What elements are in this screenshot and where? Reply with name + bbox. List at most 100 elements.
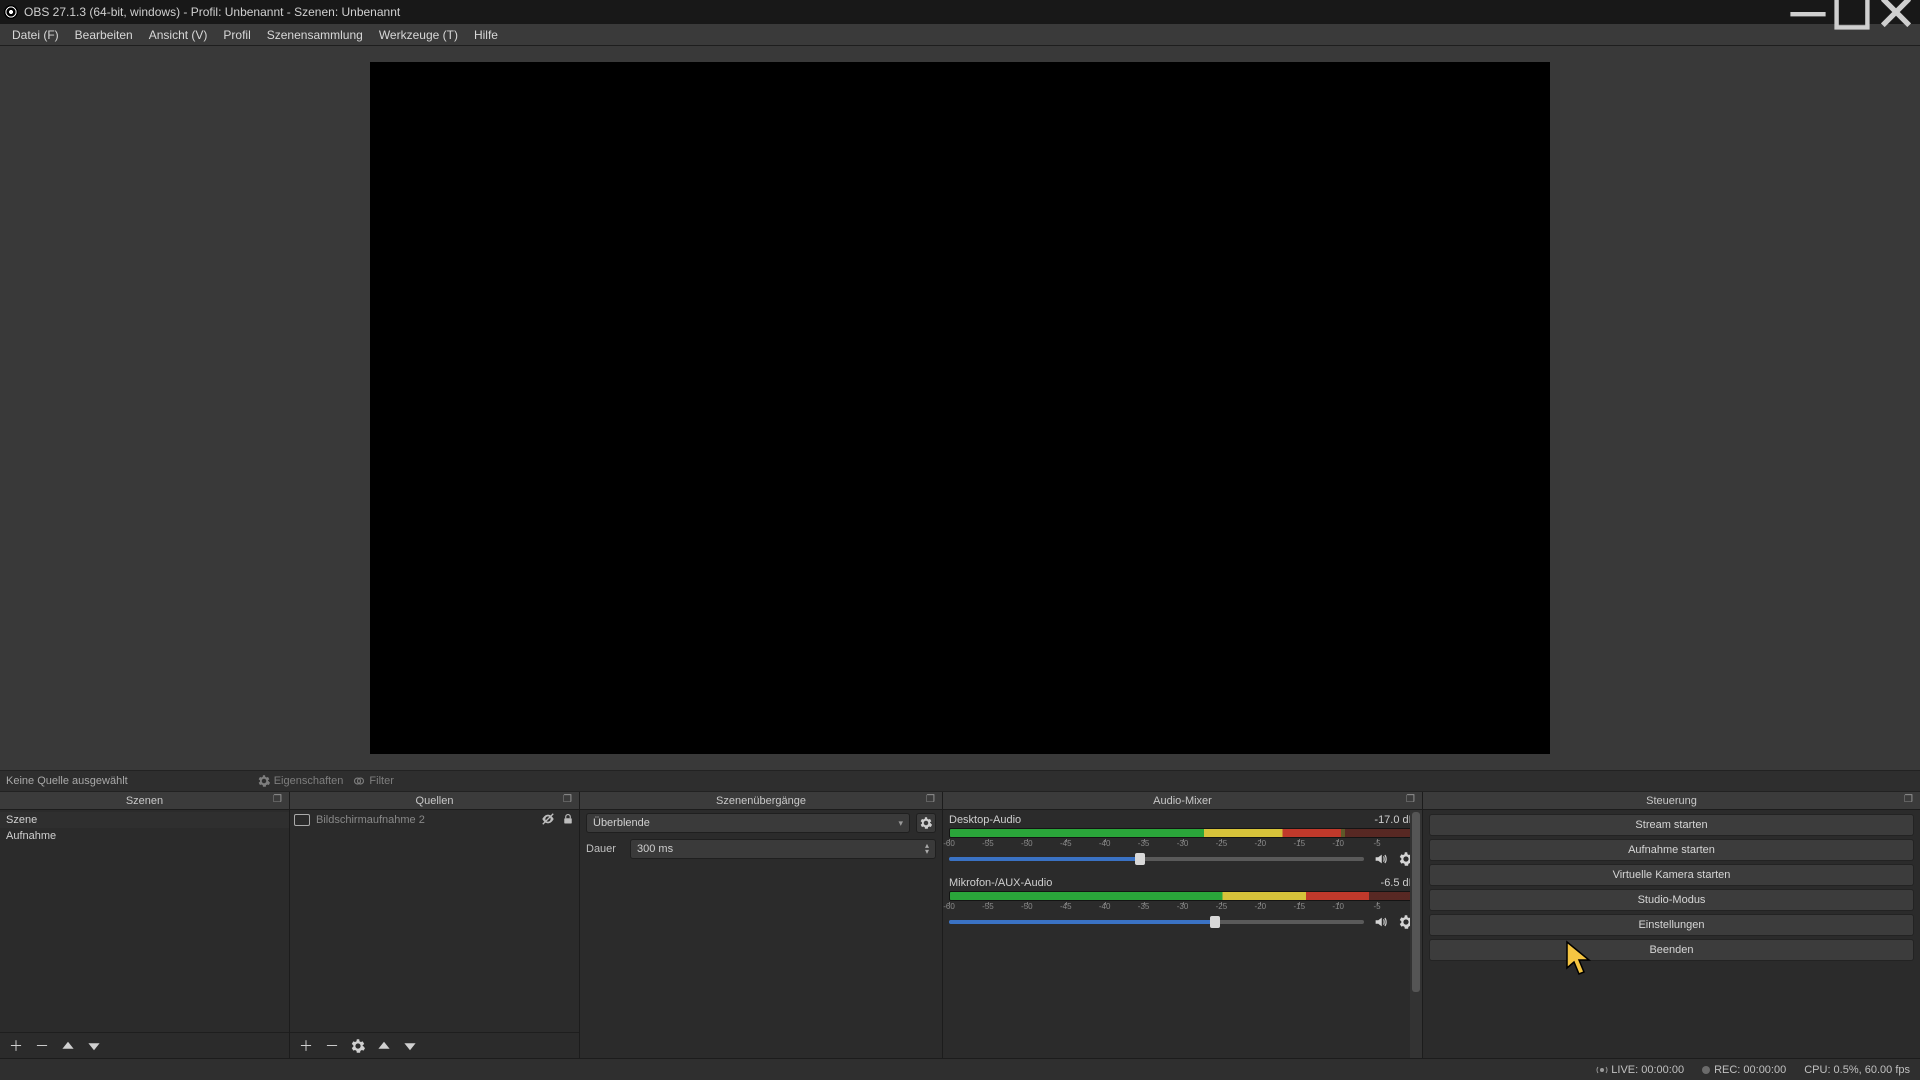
scenes-dock: Szenen ❐ Szene Aufnahme ＋ －: [0, 792, 290, 1058]
channel-name: Desktop-Audio: [949, 814, 1021, 826]
menu-view[interactable]: Ansicht (V): [141, 26, 216, 44]
channel-name: Mikrofon-/AUX-Audio: [949, 877, 1052, 889]
transition-select[interactable]: Überblende ▾: [586, 813, 910, 833]
filter-button[interactable]: Filter: [353, 775, 393, 787]
transitions-body: Überblende ▾ Dauer 300 ms ▴▾: [580, 810, 942, 1058]
properties-button[interactable]: Eigenschaften: [258, 775, 344, 787]
duration-input[interactable]: 300 ms ▴▾: [630, 839, 936, 859]
start-virtual-cam-button[interactable]: Virtuelle Kamera starten: [1429, 864, 1914, 886]
filter-label: Filter: [369, 775, 393, 787]
scene-down-button[interactable]: [86, 1038, 102, 1054]
volume-slider[interactable]: [949, 920, 1364, 924]
no-source-label: Keine Quelle ausgewählt: [6, 775, 128, 787]
settings-button[interactable]: Einstellungen: [1429, 914, 1914, 936]
close-button[interactable]: [1874, 0, 1918, 24]
docks-row: Szenen ❐ Szene Aufnahme ＋ － Quellen ❐ Bi…: [0, 792, 1920, 1058]
minimize-button[interactable]: [1786, 0, 1830, 24]
scenes-header: Szenen ❐: [0, 792, 289, 810]
sources-title: Quellen: [416, 795, 454, 807]
menu-help[interactable]: Hilfe: [466, 26, 506, 44]
menu-scene-collection[interactable]: Szenensammlung: [259, 26, 371, 44]
mixer-channel: Desktop-Audio-17.0 dB-60-55-50-45-40-35-…: [949, 814, 1416, 869]
sources-footer: ＋ －: [290, 1032, 579, 1058]
window-title: OBS 27.1.3 (64-bit, windows) - Profil: U…: [24, 5, 1786, 19]
rec-time: REC: 00:00:00: [1714, 1064, 1786, 1076]
filter-icon: [353, 775, 365, 787]
chevron-down-icon: ▾: [898, 818, 903, 829]
level-meter: [949, 828, 1416, 838]
popout-icon[interactable]: ❐: [563, 794, 575, 806]
mixer-body: Desktop-Audio-17.0 dB-60-55-50-45-40-35-…: [943, 810, 1422, 1058]
meter-ticks: -60-55-50-45-40-35-30-25-20-15-10-50: [949, 839, 1416, 847]
controls-title: Steuerung: [1646, 795, 1697, 807]
mute-button[interactable]: [1370, 849, 1390, 869]
studio-mode-button[interactable]: Studio-Modus: [1429, 889, 1914, 911]
scene-item[interactable]: Szene: [0, 812, 289, 828]
live-time: LIVE: 00:00:00: [1611, 1064, 1684, 1076]
sources-header: Quellen ❐: [290, 792, 579, 810]
transitions-header: Szenenübergänge ❐: [580, 792, 942, 810]
level-meter: [949, 891, 1416, 901]
exit-button[interactable]: Beenden: [1429, 939, 1914, 961]
scene-up-button[interactable]: [60, 1038, 76, 1054]
obs-logo-icon: [4, 5, 18, 19]
mixer-title: Audio-Mixer: [1153, 795, 1212, 807]
popout-icon[interactable]: ❐: [926, 794, 938, 806]
sources-dock: Quellen ❐ Bildschirmaufnahme 2 ＋ －: [290, 792, 580, 1058]
controls-header: Steuerung ❐: [1423, 792, 1920, 810]
mixer-scrollbar[interactable]: [1410, 810, 1422, 1058]
scenes-title: Szenen: [126, 795, 163, 807]
sources-list[interactable]: Bildschirmaufnahme 2: [290, 810, 579, 1032]
titlebar: OBS 27.1.3 (64-bit, windows) - Profil: U…: [0, 0, 1920, 24]
preview-canvas[interactable]: [370, 62, 1550, 754]
scenes-footer: ＋ －: [0, 1032, 289, 1058]
transitions-dock: Szenenübergänge ❐ Überblende ▾ Dauer 300…: [580, 792, 943, 1058]
mixer-header: Audio-Mixer ❐: [943, 792, 1422, 810]
menu-edit[interactable]: Bearbeiten: [67, 26, 141, 44]
mixer-channel: Mikrofon-/AUX-Audio-6.5 dB-60-55-50-45-4…: [949, 877, 1416, 932]
source-label: Bildschirmaufnahme 2: [316, 814, 535, 826]
duration-value: 300 ms: [637, 843, 673, 855]
source-item[interactable]: Bildschirmaufnahme 2: [290, 810, 579, 830]
lock-toggle[interactable]: [561, 813, 575, 828]
gear-icon: [258, 775, 270, 787]
meter-ticks: -60-55-50-45-40-35-30-25-20-15-10-50: [949, 902, 1416, 910]
volume-slider[interactable]: [949, 857, 1364, 861]
visibility-toggle[interactable]: [541, 812, 555, 829]
start-recording-button[interactable]: Aufnahme starten: [1429, 839, 1914, 861]
status-live: LIVE: 00:00:00: [1596, 1064, 1684, 1076]
remove-source-button[interactable]: －: [324, 1038, 340, 1054]
start-stream-button[interactable]: Stream starten: [1429, 814, 1914, 836]
menu-profile[interactable]: Profil: [215, 26, 258, 44]
popout-icon[interactable]: ❐: [1406, 794, 1418, 806]
record-dot-icon: [1702, 1066, 1710, 1074]
maximize-button[interactable]: [1830, 0, 1874, 24]
source-down-button[interactable]: [402, 1038, 418, 1054]
scenes-list[interactable]: Szene Aufnahme: [0, 810, 289, 1032]
display-capture-icon: [294, 814, 310, 826]
remove-scene-button[interactable]: －: [34, 1038, 50, 1054]
source-up-button[interactable]: [376, 1038, 392, 1054]
properties-label: Eigenschaften: [274, 775, 344, 787]
statusbar: LIVE: 00:00:00 REC: 00:00:00 CPU: 0.5%, …: [0, 1058, 1920, 1080]
transition-properties-button[interactable]: [916, 813, 936, 833]
source-toolbar: Keine Quelle ausgewählt Eigenschaften Fi…: [0, 770, 1920, 792]
menu-tools[interactable]: Werkzeuge (T): [371, 26, 466, 44]
status-rec: REC: 00:00:00: [1702, 1064, 1786, 1076]
source-properties-button[interactable]: [350, 1038, 366, 1054]
mute-button[interactable]: [1370, 912, 1390, 932]
popout-icon[interactable]: ❐: [1904, 794, 1916, 806]
spinner-arrows-icon[interactable]: ▴▾: [925, 843, 929, 855]
popout-icon[interactable]: ❐: [273, 794, 285, 806]
add-source-button[interactable]: ＋: [298, 1038, 314, 1054]
duration-label: Dauer: [586, 843, 624, 855]
controls-body: Stream starten Aufnahme starten Virtuelle …: [1423, 810, 1920, 1058]
transition-value: Überblende: [593, 817, 650, 829]
menu-file[interactable]: Datei (F): [4, 26, 67, 44]
add-scene-button[interactable]: ＋: [8, 1038, 24, 1054]
controls-dock: Steuerung ❐ Stream starten Aufnahme start…: [1423, 792, 1920, 1058]
preview-area: [0, 46, 1920, 770]
audio-mixer-dock: Audio-Mixer ❐ Desktop-Audio-17.0 dB-60-5…: [943, 792, 1423, 1058]
transitions-title: Szenenübergänge: [716, 795, 806, 807]
scene-item[interactable]: Aufnahme: [0, 828, 289, 844]
